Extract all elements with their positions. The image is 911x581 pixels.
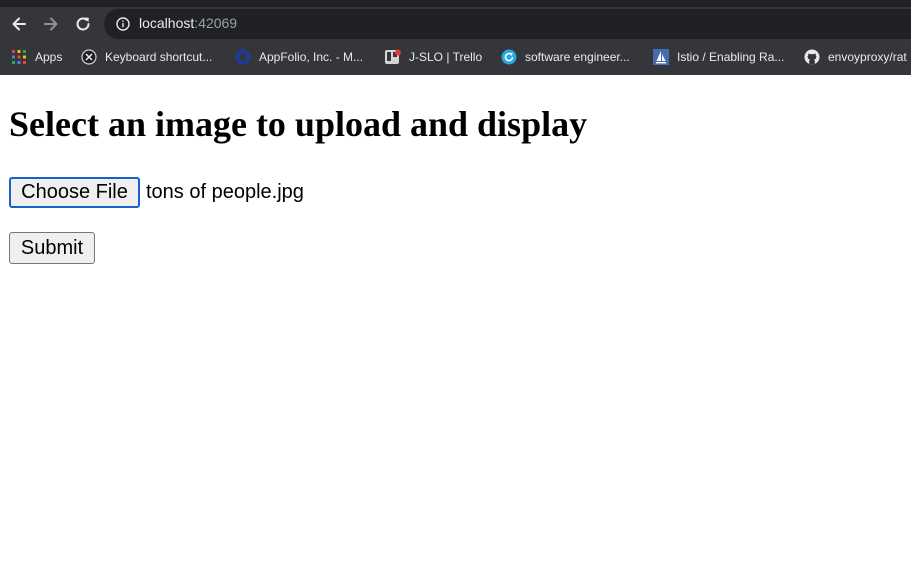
bookmark-label: Keyboard shortcut...	[105, 50, 213, 64]
address-bar[interactable]: localhost:42069	[104, 9, 911, 39]
tab-strip	[0, 0, 911, 7]
bookmark-istio[interactable]: Istio / Enabling Ra...	[653, 48, 784, 66]
page-content: Select an image to upload and display Ch…	[0, 75, 911, 581]
browser-toolbar: localhost:42069	[0, 7, 911, 41]
info-icon[interactable]	[116, 17, 130, 31]
selected-file-name: tons of people.jpg	[146, 181, 304, 203]
bookmark-keyboard-shortcuts[interactable]: Keyboard shortcut...	[81, 48, 212, 66]
choose-file-button[interactable]: Choose File	[9, 177, 140, 208]
bookmark-label: J-SLO | Trello	[409, 50, 483, 64]
apps-grid-icon	[11, 49, 27, 65]
github-icon	[804, 49, 820, 65]
reload-icon[interactable]	[71, 12, 95, 36]
file-input[interactable]: Choose File tons of people.jpg	[9, 177, 304, 208]
page-title: Select an image to upload and display	[9, 104, 588, 144]
appfolio-icon	[235, 49, 251, 65]
bookmark-label: AppFolio, Inc. - M...	[259, 50, 364, 64]
istio-sail-icon	[653, 49, 669, 65]
url-port: :42069	[194, 15, 238, 31]
browser-chrome: localhost:42069 Apps Keyboard shortcut..…	[0, 0, 911, 75]
submit-button[interactable]: Submit	[9, 232, 95, 264]
bookmark-apps[interactable]: Apps	[11, 48, 62, 66]
trello-icon	[385, 49, 401, 65]
bookmark-label: Apps	[35, 50, 63, 64]
bookmark-label: envoyproxy/rat	[828, 50, 907, 64]
circle-arrow-icon	[501, 49, 517, 65]
bookmarks-bar: Apps Keyboard shortcut... AppFolio, Inc.…	[0, 41, 911, 73]
bookmark-envoyproxy[interactable]: envoyproxy/rat	[804, 48, 907, 66]
bookmark-software-engineer[interactable]: software engineer...	[501, 48, 630, 66]
bookmark-label: software engineer...	[525, 50, 630, 64]
bookmark-appfolio[interactable]: AppFolio, Inc. - M...	[235, 48, 363, 66]
bookmark-label: Istio / Enabling Ra...	[677, 50, 785, 64]
url-host: localhost	[139, 15, 195, 31]
forward-arrow-icon[interactable]	[39, 12, 63, 36]
url-text[interactable]: localhost:42069	[139, 15, 237, 31]
back-arrow-icon[interactable]	[7, 12, 31, 36]
keyboard-x-icon	[81, 49, 97, 65]
bookmark-trello[interactable]: J-SLO | Trello	[385, 48, 482, 66]
